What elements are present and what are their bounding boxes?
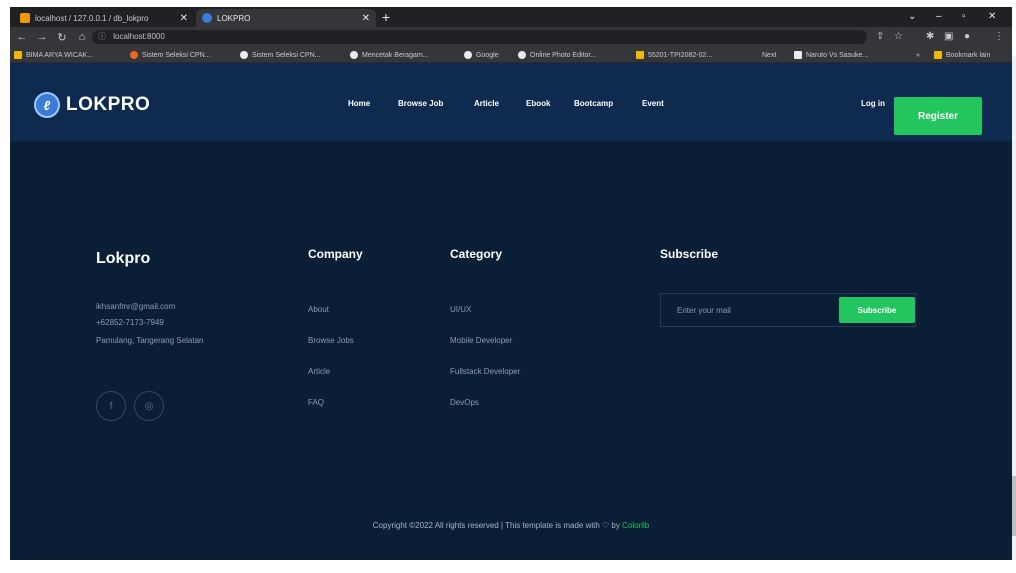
home-icon[interactable]: ⌂ bbox=[74, 31, 90, 43]
bookmark-favicon-icon bbox=[130, 51, 138, 59]
close-tab-icon[interactable]: ✕ bbox=[180, 13, 188, 24]
nav-event[interactable]: Event bbox=[642, 99, 664, 113]
tab-search-icon[interactable]: ⌄ bbox=[908, 9, 916, 25]
screen: localhost / 127.0.0.1 / db_lokpro ✕ LOKP… bbox=[0, 0, 1016, 573]
bookmark-label: BIMA ARYA WICAK... bbox=[26, 51, 94, 59]
footer-link-faq[interactable]: FAQ bbox=[308, 398, 324, 407]
site-info-icon[interactable]: ⓘ bbox=[98, 32, 106, 41]
bookmark-label: Naruto Vs Sasuke... bbox=[806, 51, 869, 59]
bookmark-item[interactable]: Next bbox=[762, 49, 776, 61]
bookmark-label: 55201-TPI2082-02... bbox=[648, 51, 713, 59]
contact-email[interactable]: ikhsanfmr@gmail.com bbox=[96, 302, 175, 311]
extensions-icon[interactable]: ✱ bbox=[926, 29, 934, 45]
bookmark-item[interactable]: Google bbox=[464, 49, 499, 61]
page-scrollbar[interactable] bbox=[1012, 56, 1016, 560]
subscribe-form: Subscribe bbox=[660, 293, 916, 327]
register-button[interactable]: Register bbox=[894, 97, 982, 135]
contact-phone: +62852-7173-7949 bbox=[96, 318, 164, 327]
footer-link-uiux[interactable]: UI/UX bbox=[450, 305, 471, 314]
bookmark-favicon-icon bbox=[794, 51, 802, 59]
bookmark-label: Sistem Seleksi CPN... bbox=[142, 51, 211, 59]
tab-title: localhost / 127.0.0.1 / db_lokpro bbox=[35, 13, 149, 23]
side-panel-icon[interactable]: ▣ bbox=[944, 29, 953, 45]
bookmark-item[interactable]: Mencetak Beragam... bbox=[350, 49, 429, 61]
bookmark-item[interactable]: BIMA ARYA WICAK... bbox=[14, 49, 93, 61]
navigation-bar: ← → ↻ ⌂ ⓘ localhost:8000 ⇪ ☆ ✱ ▣ ● ⋮ bbox=[10, 27, 1012, 47]
bookmark-folder-icon bbox=[14, 51, 22, 59]
bookmarks-overflow-icon[interactable]: » bbox=[916, 49, 920, 61]
bookmark-label: Next bbox=[762, 51, 777, 59]
colorlib-link[interactable]: Colorlib bbox=[622, 521, 649, 530]
tab-strip: localhost / 127.0.0.1 / db_lokpro ✕ LOKP… bbox=[10, 7, 1012, 27]
footer-link-devops[interactable]: DevOps bbox=[450, 398, 479, 407]
nav-bootcamp[interactable]: Bootcamp bbox=[574, 99, 613, 113]
footer-link-about[interactable]: About bbox=[308, 305, 329, 314]
phpmyadmin-favicon-icon bbox=[20, 13, 30, 23]
instagram-icon[interactable]: ◎ bbox=[134, 391, 164, 421]
address-bar[interactable]: ⓘ localhost:8000 bbox=[92, 30, 867, 44]
share-icon[interactable]: ⇪ bbox=[876, 29, 884, 45]
forward-icon[interactable]: → bbox=[34, 31, 50, 43]
bookmark-item[interactable]: Sistem Seleksi CPN... bbox=[130, 49, 210, 61]
bookmark-label: Sistem Seleksi CPN... bbox=[252, 51, 321, 59]
nav-home[interactable]: Home bbox=[348, 99, 370, 113]
profile-avatar-icon[interactable]: ● bbox=[964, 29, 970, 45]
site-header: ℓ LOKPRO Home Browse Job Article Ebook B… bbox=[10, 63, 1012, 141]
bookmark-item[interactable]: Naruto Vs Sasuke... bbox=[794, 49, 868, 61]
scrollbar-thumb[interactable] bbox=[1012, 476, 1016, 536]
contact-address: Pamulang, Tangerang Selatan bbox=[96, 336, 204, 345]
bookmark-item[interactable]: 55201-TPI2082-02... bbox=[636, 49, 712, 61]
email-input[interactable] bbox=[661, 294, 837, 326]
footer-brand: Lokpro bbox=[96, 250, 151, 267]
footer-link-mobile-developer[interactable]: Mobile Developer bbox=[450, 336, 512, 345]
bookmark-item[interactable]: Bookmark lain bbox=[934, 49, 990, 61]
menu-kebab-icon[interactable]: ⋮ bbox=[994, 29, 1004, 45]
globe-icon bbox=[518, 51, 526, 59]
bookmark-label: Google bbox=[476, 51, 499, 59]
nav-ebook[interactable]: Ebook bbox=[526, 99, 550, 113]
tab-lokpro[interactable]: LOKPRO ✕ bbox=[196, 9, 376, 27]
address-text: localhost:8000 bbox=[113, 32, 165, 41]
reload-icon[interactable]: ↻ bbox=[54, 31, 70, 44]
bookmark-folder-icon bbox=[636, 51, 644, 59]
back-icon[interactable]: ← bbox=[14, 31, 30, 43]
bookmark-item[interactable]: Online Photo Editor... bbox=[518, 49, 596, 61]
bookmark-item[interactable]: Sistem Seleksi CPN... bbox=[240, 49, 320, 61]
subscribe-button[interactable]: Subscribe bbox=[839, 297, 915, 323]
copyright-text: Copyright ©2022 All rights reserved | Th… bbox=[372, 521, 623, 530]
close-tab-icon[interactable]: ✕ bbox=[362, 13, 370, 24]
new-tab-button[interactable]: + bbox=[378, 9, 394, 25]
company-title: Company bbox=[308, 247, 363, 261]
bookmarks-bar: BIMA ARYA WICAK... Sistem Seleksi CPN...… bbox=[10, 47, 1012, 63]
globe-icon bbox=[350, 51, 358, 59]
facebook-icon[interactable]: f bbox=[96, 391, 126, 421]
close-window-icon[interactable]: ✕ bbox=[988, 9, 996, 25]
footer-link-browse-jobs[interactable]: Browse Jobs bbox=[308, 336, 354, 345]
tab-title: LOKPRO bbox=[217, 13, 251, 23]
copyright: Copyright ©2022 All rights reserved | Th… bbox=[10, 521, 1012, 530]
nav-article[interactable]: Article bbox=[474, 99, 499, 113]
footer-link-article[interactable]: Article bbox=[308, 367, 330, 376]
bookmark-folder-icon bbox=[934, 51, 942, 59]
nav-browse-job[interactable]: Browse Job bbox=[398, 99, 443, 113]
globe-icon bbox=[240, 51, 248, 59]
login-link[interactable]: Log in bbox=[861, 99, 885, 108]
bookmark-label: Bookmark lain bbox=[946, 51, 991, 59]
browser-window: localhost / 127.0.0.1 / db_lokpro ✕ LOKP… bbox=[10, 7, 1012, 560]
bookmark-label: Mencetak Beragam... bbox=[362, 51, 429, 59]
maximize-icon[interactable]: ▫ bbox=[962, 9, 966, 25]
footer-link-fullstack-developer[interactable]: Fullstack Developer bbox=[450, 367, 520, 376]
minimize-icon[interactable]: – bbox=[936, 9, 942, 25]
subscribe-title: Subscribe bbox=[660, 247, 719, 261]
bookmark-label: Online Photo Editor... bbox=[530, 51, 597, 59]
tab-phpmyadmin[interactable]: localhost / 127.0.0.1 / db_lokpro ✕ bbox=[14, 9, 194, 27]
bookmark-star-icon[interactable]: ☆ bbox=[894, 29, 903, 45]
category-title: Category bbox=[450, 247, 503, 261]
lokpro-favicon-icon bbox=[202, 13, 212, 23]
brand-name: LOKPRO bbox=[66, 94, 151, 115]
globe-icon bbox=[464, 51, 472, 59]
lokpro-logo-icon: ℓ bbox=[34, 92, 60, 118]
logo[interactable]: ℓ LOKPRO bbox=[34, 92, 150, 118]
